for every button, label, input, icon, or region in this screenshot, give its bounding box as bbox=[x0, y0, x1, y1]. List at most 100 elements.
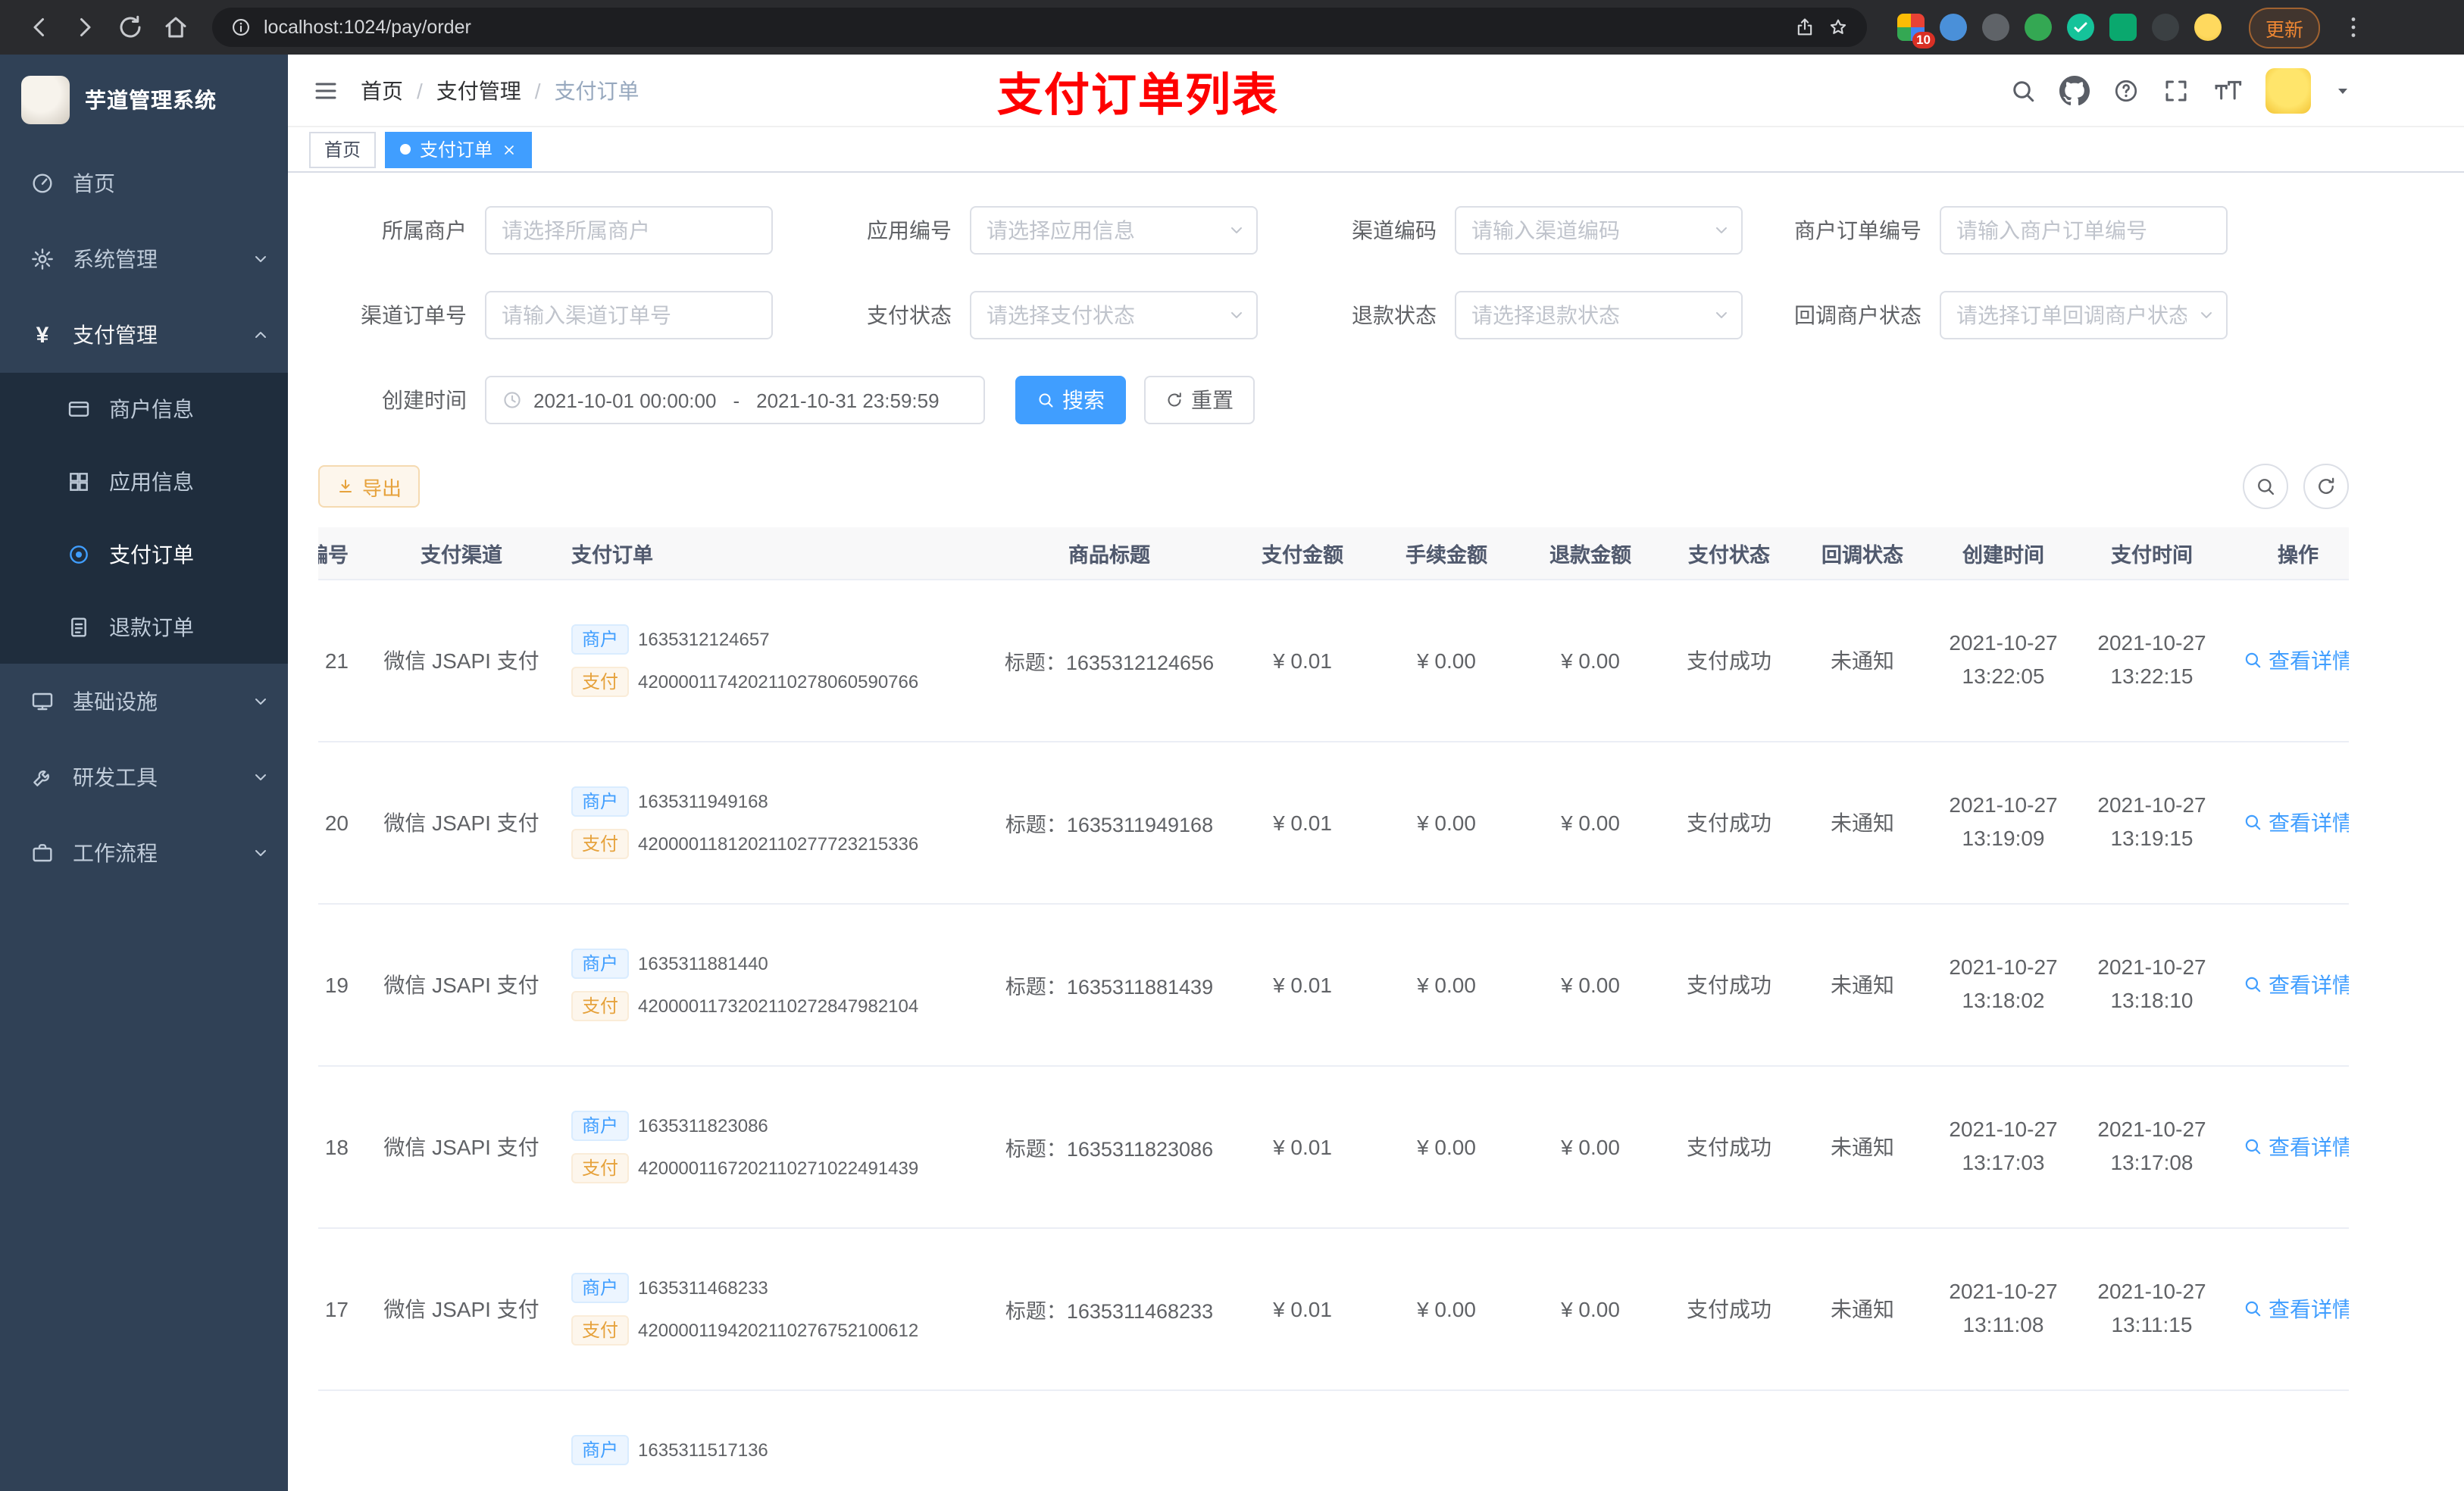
browser-update-button[interactable]: 更新 bbox=[2249, 7, 2321, 48]
header-search-icon[interactable] bbox=[2009, 77, 2037, 104]
browser-back-button[interactable] bbox=[18, 6, 61, 48]
reset-button[interactable]: 重置 bbox=[1144, 376, 1255, 424]
cell-pay-order: 商户 1635311468233 支付 42000011942021102767… bbox=[556, 1227, 988, 1390]
app-no-select[interactable]: 请选择应用信息 bbox=[970, 206, 1258, 255]
font-size-icon[interactable] bbox=[2212, 75, 2243, 105]
browser-home-button[interactable] bbox=[155, 6, 197, 48]
extension-icon-7[interactable] bbox=[2152, 14, 2179, 41]
filter-label: 应用编号 bbox=[867, 218, 952, 242]
pay-status-select[interactable]: 请选择支付状态 bbox=[970, 291, 1258, 339]
filter-form: 所属商户 应用编号 请选择应用信息 渠道编码 请输入渠道编码 bbox=[318, 206, 2349, 339]
cell-channel: 微信 JSAPI 支付 bbox=[367, 903, 556, 1066]
browser-menu-icon[interactable] bbox=[2332, 6, 2375, 48]
sidebar-item-refund-order[interactable]: 退款订单 bbox=[0, 591, 288, 664]
view-detail-link[interactable]: 查看详情 bbox=[2243, 645, 2349, 675]
cell-channel: 微信 JSAPI 支付 bbox=[367, 579, 556, 742]
breadcrumb: 首页 / 支付管理 / 支付订单 bbox=[361, 75, 639, 105]
help-icon[interactable] bbox=[2112, 77, 2140, 104]
cell-refund: ¥ 0.00 bbox=[1518, 903, 1662, 1066]
browser-forward-button[interactable] bbox=[64, 6, 106, 48]
sidebar-item-system[interactable]: 系统管理 bbox=[0, 221, 288, 297]
cell-create-time: 2021-10-27 13:22:05 bbox=[1929, 579, 2078, 742]
sidebar-item-label: 工作流程 bbox=[73, 841, 158, 865]
merchant-order-no-input[interactable] bbox=[1940, 206, 2228, 255]
col-pay-time: 支付时间 bbox=[2078, 527, 2226, 580]
view-detail-link[interactable]: 查看详情 bbox=[2243, 969, 2349, 999]
channel-order-no-input[interactable] bbox=[485, 291, 773, 339]
profile-avatar-icon[interactable] bbox=[2194, 14, 2222, 41]
sidebar-item-workflow[interactable]: 工作流程 bbox=[0, 815, 288, 891]
card-icon bbox=[67, 397, 91, 421]
refresh-table-button[interactable] bbox=[2303, 464, 2349, 509]
chevron-down-icon bbox=[1712, 221, 1731, 239]
select-placeholder: 请选择应用信息 bbox=[987, 218, 1135, 242]
cell-channel: 微信 JSAPI 支付 bbox=[367, 741, 556, 904]
view-detail-link[interactable]: 查看详情 bbox=[2243, 1131, 2349, 1161]
pay-order-line: 支付 4200001173202110272847982104 bbox=[571, 990, 973, 1021]
user-avatar[interactable] bbox=[2265, 67, 2311, 113]
tab-pay-order[interactable]: 支付订单 bbox=[385, 131, 533, 167]
address-bar[interactable]: localhost:1024/pay/order bbox=[212, 8, 1867, 47]
breadcrumb-home[interactable]: 首页 bbox=[361, 75, 403, 105]
refund-status-select[interactable]: 请选择退款状态 bbox=[1455, 291, 1743, 339]
search-button[interactable]: 搜索 bbox=[1015, 376, 1126, 424]
tab-home[interactable]: 首页 bbox=[309, 131, 377, 167]
bookmark-star-icon[interactable] bbox=[1828, 17, 1849, 38]
cell-action: 查看详情 bbox=[2226, 1065, 2349, 1228]
extension-icon-5[interactable] bbox=[2067, 14, 2094, 41]
view-detail-link[interactable]: 查看详情 bbox=[2243, 807, 2349, 837]
app-logo: 芋道管理系统 bbox=[0, 55, 288, 145]
create-time-range-picker[interactable]: 2021-10-01 00:00:00 - 2021-10-31 23:59:5… bbox=[485, 376, 985, 424]
sidebar-item-app-info[interactable]: 应用信息 bbox=[0, 445, 288, 518]
sidebar-item-label: 系统管理 bbox=[73, 247, 158, 271]
sidebar-toggle-icon[interactable] bbox=[312, 77, 339, 104]
sidebar-item-merchant-info[interactable]: 商户信息 bbox=[0, 373, 288, 445]
breadcrumb-pay[interactable]: 支付管理 bbox=[436, 75, 521, 105]
extension-icon-2[interactable] bbox=[1940, 14, 1967, 41]
table-row: 18 微信 JSAPI 支付 商户 1635311823086 支付 42000… bbox=[318, 1065, 2349, 1228]
toggle-search-button[interactable] bbox=[2243, 464, 2288, 509]
view-detail-link[interactable]: 查看详情 bbox=[2243, 1293, 2349, 1324]
extension-icon-4[interactable] bbox=[2025, 14, 2052, 41]
clock-icon bbox=[502, 389, 523, 411]
browser-reload-button[interactable] bbox=[109, 6, 152, 48]
yen-icon: ¥ bbox=[36, 322, 49, 348]
pay-order-line: 支付 4200001167202110271022491439 bbox=[571, 1152, 973, 1183]
extension-icon-1[interactable]: 10 bbox=[1897, 14, 1935, 48]
cell-pay-status: 支付成功 bbox=[1662, 903, 1796, 1066]
fullscreen-icon[interactable] bbox=[2162, 77, 2190, 104]
github-icon[interactable] bbox=[2059, 75, 2090, 105]
export-button[interactable]: 导出 bbox=[318, 465, 421, 508]
table-row: 17 微信 JSAPI 支付 商户 1635311468233 支付 42000… bbox=[318, 1227, 2349, 1390]
extension-icon-3[interactable] bbox=[1982, 14, 2009, 41]
select-placeholder: 请选择退款状态 bbox=[1471, 303, 1620, 327]
extension-icon-6[interactable] bbox=[2109, 14, 2137, 41]
cell-amount: ¥ 0.01 bbox=[1230, 1065, 1374, 1228]
chevron-down-icon bbox=[252, 692, 270, 711]
sidebar-item-pay[interactable]: ¥ 支付管理 bbox=[0, 297, 288, 373]
cell-title: 标题：1635311949168 bbox=[988, 741, 1230, 904]
cell-id: 18 bbox=[318, 1065, 367, 1228]
tab-label: 支付订单 bbox=[420, 139, 493, 161]
view-icon bbox=[2243, 1136, 2262, 1156]
app-logo-image bbox=[21, 76, 70, 124]
tab-close-icon[interactable] bbox=[502, 142, 517, 157]
merchant-input[interactable] bbox=[485, 206, 773, 255]
sidebar-item-pay-order[interactable]: 支付订单 bbox=[0, 518, 288, 591]
sidebar-item-home[interactable]: 首页 bbox=[0, 145, 288, 221]
notify-status-select[interactable]: 请选择订单回调商户状态 bbox=[1940, 291, 2228, 339]
cell-notify-status: 未通知 bbox=[1796, 741, 1929, 904]
cell-pay-status: 支付成功 bbox=[1662, 741, 1796, 904]
sidebar-item-devtools[interactable]: 研发工具 bbox=[0, 739, 288, 815]
sidebar-item-infra[interactable]: 基础设施 bbox=[0, 664, 288, 739]
monitor-icon bbox=[30, 689, 55, 714]
chevron-down-icon bbox=[252, 250, 270, 268]
share-icon[interactable] bbox=[1794, 17, 1815, 38]
filter-label: 渠道编码 bbox=[1352, 218, 1437, 242]
site-info-icon[interactable] bbox=[230, 17, 252, 38]
merchant-tag: 商户 bbox=[571, 1434, 630, 1464]
user-menu-caret-icon[interactable] bbox=[2334, 81, 2352, 99]
sidebar-item-label: 首页 bbox=[73, 171, 115, 195]
merchant-tag: 商户 bbox=[571, 1272, 630, 1302]
channel-code-select[interactable]: 请输入渠道编码 bbox=[1455, 206, 1743, 255]
